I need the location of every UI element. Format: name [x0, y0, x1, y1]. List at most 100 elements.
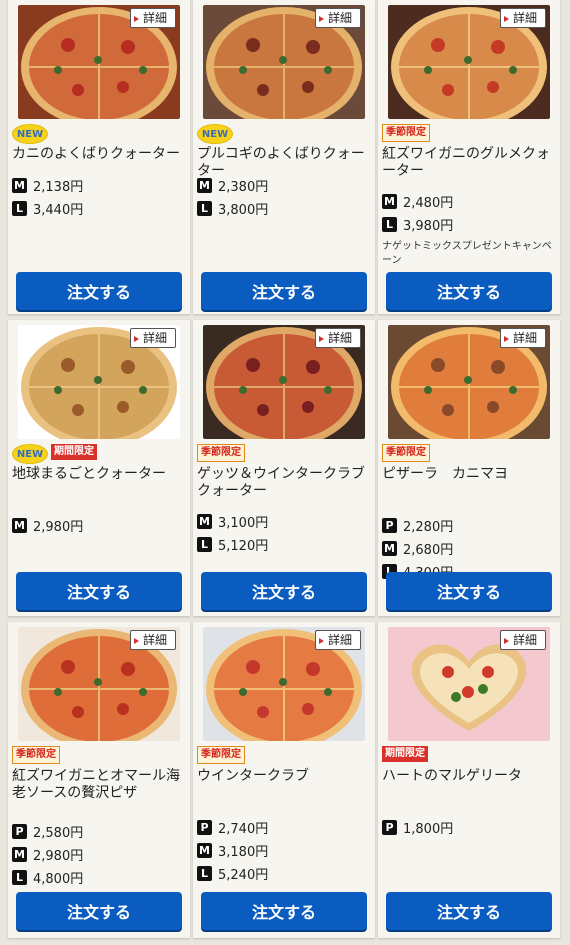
price-row: M 2,980円 [12, 843, 83, 866]
campaign-note[interactable]: ナゲットミックスプレゼントキャンペーン [382, 240, 554, 268]
order-button[interactable]: 注文する [201, 892, 367, 930]
product-name[interactable]: ウインタークラブ [197, 768, 373, 785]
price-row: L 3,980円 [382, 213, 453, 236]
product-name[interactable]: カニのよくばりクォーター [12, 146, 188, 163]
pizza-image[interactable]: 詳細 [203, 627, 365, 741]
seasonal-badge: 季節限定 [382, 124, 430, 142]
detail-button[interactable]: 詳細 [129, 630, 176, 650]
order-button[interactable]: 注文する [386, 272, 552, 310]
product-name[interactable]: ゲッツ＆ウインタークラブクォーター [197, 466, 373, 500]
price-row: L 5,120円 [197, 533, 268, 556]
size-m-icon: M [197, 843, 212, 858]
size-m-icon: M [382, 194, 397, 209]
pizza-image[interactable]: 詳細 [203, 5, 365, 119]
price-value: 4,800円 [33, 872, 84, 887]
detail-button[interactable]: 詳細 [314, 630, 361, 650]
size-l-icon: L [12, 201, 27, 216]
menu-card: 詳細 NEW カニのよくばりクォーター M 2,138円 L 3,440円注文する [8, 0, 190, 314]
price-value: 2,740円 [218, 822, 269, 837]
pizza-image[interactable]: 詳細 [18, 5, 180, 119]
product-name[interactable]: 地球まるごとクォーター [12, 466, 188, 483]
price-list: M 2,138円 L 3,440円 [12, 174, 83, 220]
size-l-icon: L [197, 537, 212, 552]
detail-button[interactable]: 詳細 [499, 8, 546, 28]
product-name[interactable]: ハートのマルゲリータ [382, 768, 558, 785]
menu-card: 詳細 NEW プルコギのよくばりクォーター M 2,380円 L 3,800円 注文する [193, 0, 375, 314]
price-value: 2,980円 [33, 849, 84, 864]
detail-button[interactable]: 詳細 [129, 328, 176, 348]
size-p-icon: P [12, 824, 27, 839]
menu-card: 詳細季節限定ピザーラ カニマヨP2,280円M2,680円L4,300円注文する [378, 320, 560, 616]
size-m-icon: M [197, 514, 212, 529]
price-list: P 2,740円 M 3,180円 L 5,240円 [197, 816, 268, 885]
seasonal-badge: 季節限定 [382, 444, 430, 462]
size-p-icon: P [382, 820, 397, 835]
limited-time-badge: 期間限定 [382, 746, 428, 762]
price-value: 1,800円 [403, 822, 454, 837]
menu-grid: 詳細 NEW カニのよくばりクォーター M 2,138円 L 3,440円 注文する 詳細 NEW… [0, 0, 570, 945]
price-row: P 1,800円 [382, 816, 453, 839]
order-button[interactable]: 注文する [201, 272, 367, 310]
price-row: L 3,800円 [197, 197, 268, 220]
order-button[interactable]: 注文する [16, 892, 182, 930]
price-list: M 2,480円 L 3,980円 [382, 190, 453, 236]
price-value: 2,680円 [403, 543, 454, 558]
size-l-icon: L [12, 870, 27, 885]
product-name[interactable]: 紅ズワイガニのグルメクォーター [382, 146, 558, 180]
price-row: L 5,240円 [197, 862, 268, 885]
price-row: M 2,138円 [12, 174, 83, 197]
product-name[interactable]: 紅ズワイガニとオマール海老ソースの贅沢ピザ [12, 768, 188, 802]
price-row: M 3,100円 [197, 510, 268, 533]
size-m-icon: M [12, 178, 27, 193]
new-badge: NEW [197, 124, 233, 144]
price-value: 2,480円 [403, 196, 454, 211]
size-l-icon: L [197, 866, 212, 881]
pizza-image[interactable]: 詳細 [388, 627, 550, 741]
pizza-image[interactable]: 詳細 [203, 325, 365, 439]
badge-group: 季節限定 [382, 444, 430, 464]
new-badge: NEW [12, 444, 48, 464]
price-row: P 2,740円 [197, 816, 268, 839]
order-button[interactable]: 注文する [386, 572, 552, 610]
detail-button[interactable]: 詳細 [499, 630, 546, 650]
price-row: M 2,380円 [197, 174, 268, 197]
badge-group: 季節限定 [197, 444, 245, 464]
pizza-image[interactable]: 詳細 [388, 5, 550, 119]
order-button[interactable]: 注文する [201, 572, 367, 610]
price-value: 5,120円 [218, 539, 269, 554]
price-list: M 2,980円 [12, 514, 83, 537]
size-l-icon: L [197, 201, 212, 216]
detail-button[interactable]: 詳細 [129, 8, 176, 28]
price-value: 2,580円 [33, 826, 84, 841]
detail-button[interactable]: 詳細 [314, 328, 361, 348]
badge-group: NEW [12, 124, 48, 144]
price-row: M 2,980円 [12, 514, 83, 537]
price-row: P 2,280円 [382, 514, 453, 537]
menu-card: 詳細期間限定ハートのマルゲリータ P 1,800円注文する [378, 622, 560, 938]
price-value: 3,800円 [218, 203, 269, 218]
price-value: 2,138円 [33, 180, 84, 195]
menu-card: 詳細季節限定ゲッツ＆ウインタークラブクォーター M 3,100円 L 5,120円注文す… [193, 320, 375, 616]
pizza-image[interactable]: 詳細 [388, 325, 550, 439]
order-button[interactable]: 注文する [386, 892, 552, 930]
pizza-image[interactable]: 詳細 [18, 325, 180, 439]
seasonal-badge: 季節限定 [197, 444, 245, 462]
order-button[interactable]: 注文する [16, 272, 182, 310]
badge-group: NEW [197, 124, 233, 144]
size-m-icon: M [12, 518, 27, 533]
menu-card: 詳細季節限定紅ズワイガニのグルメクォーター M 2,480円 L 3,980円ナゲットミ… [378, 0, 560, 314]
order-button[interactable]: 注文する [16, 572, 182, 610]
detail-button[interactable]: 詳細 [499, 328, 546, 348]
size-m-icon: M [12, 847, 27, 862]
price-row: L 4,800円 [12, 866, 83, 889]
price-value: 2,980円 [33, 520, 84, 535]
price-list: M 2,380円 L 3,800円 [197, 174, 268, 220]
price-value: 3,980円 [403, 219, 454, 234]
price-value: 3,440円 [33, 203, 84, 218]
new-badge: NEW [12, 124, 48, 144]
price-list: M 3,100円 L 5,120円 [197, 510, 268, 556]
product-name[interactable]: ピザーラ カニマヨ [382, 466, 558, 483]
detail-button[interactable]: 詳細 [314, 8, 361, 28]
pizza-image[interactable]: 詳細 [18, 627, 180, 741]
badge-group: 期間限定 [382, 746, 428, 766]
